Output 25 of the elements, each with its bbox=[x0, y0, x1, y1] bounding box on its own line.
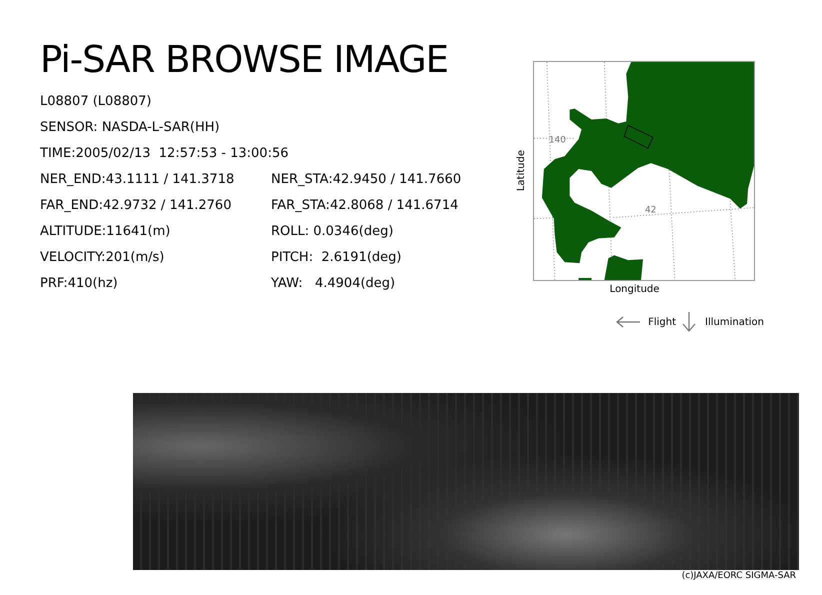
info-line: SENSOR: NASDA-L-SAR(HH) bbox=[40, 120, 220, 135]
parameter-text: NER_STA:42.9450 / 141.7660 bbox=[271, 171, 462, 189]
legend-label: Flight bbox=[648, 316, 676, 330]
flight-area-outline bbox=[624, 124, 654, 149]
info-line: L08807 (L08807) bbox=[40, 94, 152, 109]
left-arrow-icon bbox=[615, 316, 642, 328]
grid-label: 140 bbox=[548, 135, 566, 146]
parameter-text: FAR_STA:42.8068 / 141.6714 bbox=[271, 197, 458, 215]
parameter-text: FAR_END:42.9732 / 141.2760 bbox=[40, 198, 232, 213]
parameter-text: PITCH: 2.6191(deg) bbox=[271, 249, 402, 267]
grid-line bbox=[534, 138, 574, 139]
down-arrow-icon bbox=[682, 311, 696, 333]
legend-label: Illumination bbox=[705, 316, 764, 330]
axis-label: Longitude bbox=[610, 283, 660, 297]
page-title: Pi-SAR BROWSE IMAGE bbox=[40, 38, 450, 82]
grid-label: 42 bbox=[645, 206, 656, 216]
info-line: TIME:2005/02/13 12:57:53 - 13:00:56 bbox=[40, 146, 289, 161]
parameter-text: PRF:410(hz) bbox=[40, 276, 118, 291]
parameter-text: ROLL: 0.0346(deg) bbox=[271, 223, 394, 241]
parameter-text: ALTITUDE:11641(m) bbox=[40, 224, 170, 239]
copyright-text: (c)JAXA/EORC SIGMA-SAR bbox=[682, 570, 796, 582]
axis-label: Latitude bbox=[515, 150, 528, 192]
parameter-text: YAW: 4.4904(deg) bbox=[271, 275, 396, 293]
parameter-text: NER_END:43.1111 / 141.3718 bbox=[40, 172, 234, 187]
parameter-text: VELOCITY:201(m/s) bbox=[40, 250, 164, 265]
